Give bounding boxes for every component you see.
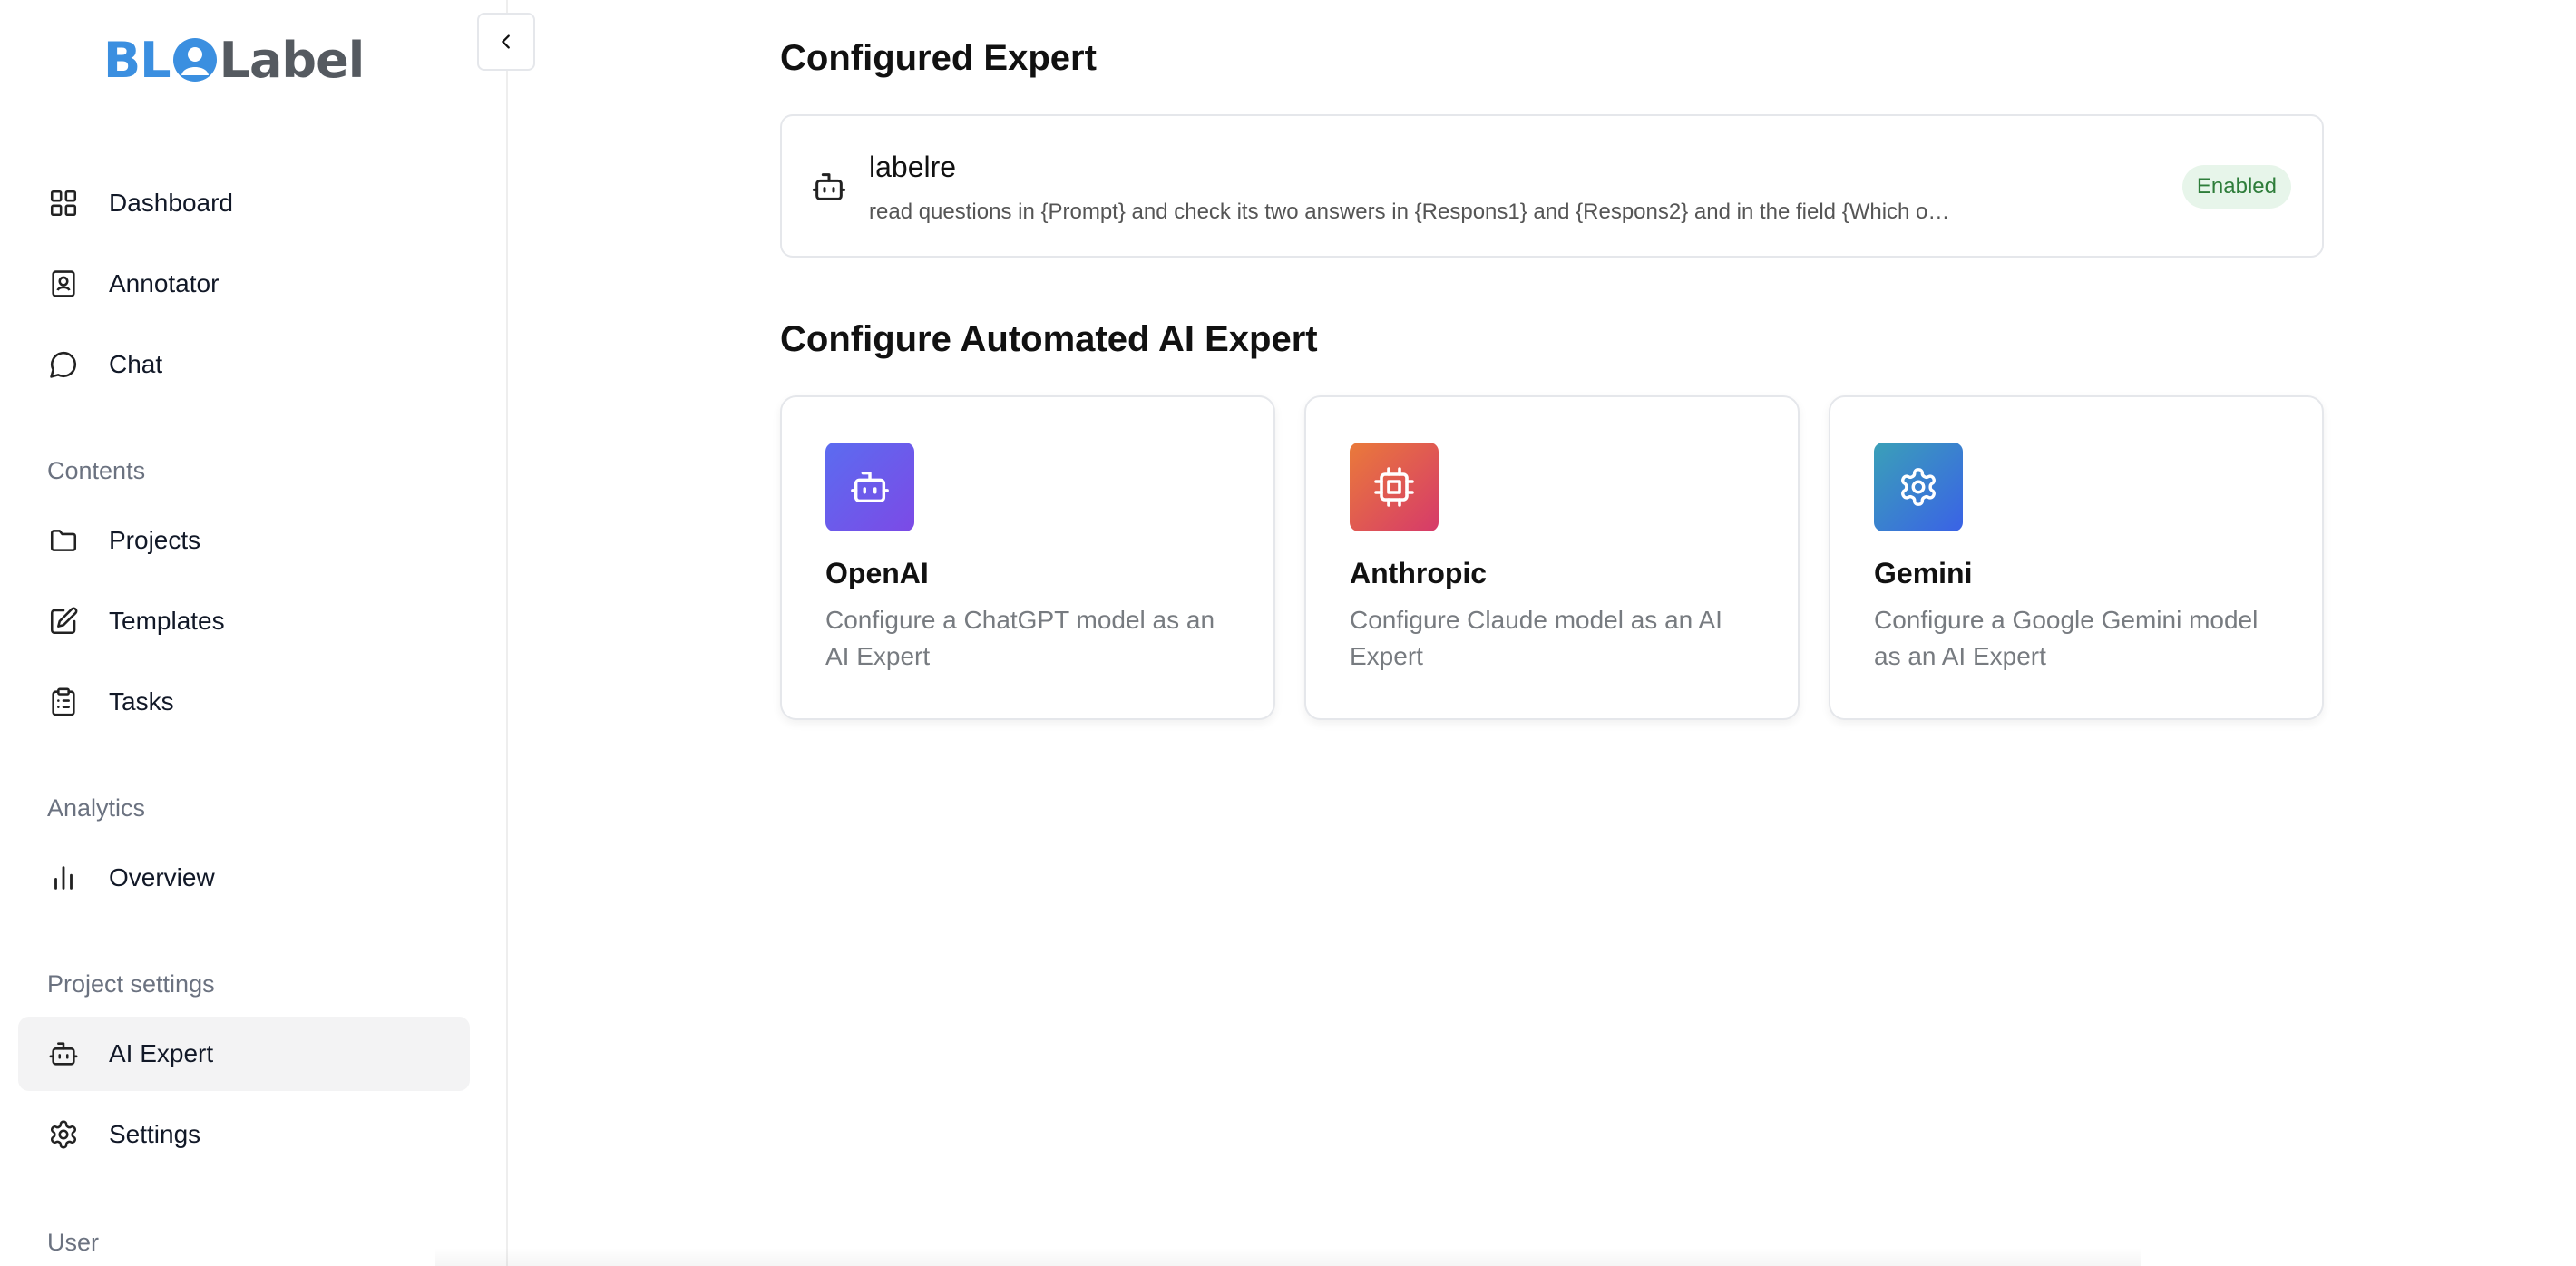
contact-book-icon bbox=[47, 268, 80, 300]
provider-card-openai[interactable]: OpenAI Configure a ChatGPT model as an A… bbox=[780, 395, 1275, 720]
provider-icon-gemini bbox=[1874, 443, 1963, 531]
bar-chart-icon bbox=[47, 862, 80, 894]
sidebar-item-label: Tasks bbox=[109, 687, 174, 716]
bottom-shadow bbox=[435, 1248, 2141, 1266]
provider-description: Configure a Google Gemini model as an AI… bbox=[1874, 606, 2259, 670]
logo-text-right: Label bbox=[219, 31, 366, 89]
provider-title: Gemini bbox=[1874, 557, 1973, 589]
folder-icon bbox=[47, 524, 80, 557]
provider-icon-openai bbox=[825, 443, 914, 531]
chat-bubble-icon bbox=[47, 348, 80, 381]
sidebar-item-templates[interactable]: Templates bbox=[18, 584, 470, 658]
gear-icon bbox=[47, 1118, 80, 1151]
edit-icon bbox=[47, 605, 80, 638]
chip-icon bbox=[1374, 467, 1414, 507]
sidebar-item-ai-expert[interactable]: AI Expert bbox=[18, 1017, 470, 1091]
bot-icon bbox=[812, 173, 846, 200]
sidebar-item-label: Projects bbox=[109, 526, 201, 554]
sidebar-item-label: Dashboard bbox=[109, 189, 233, 217]
provider-icon-anthropic bbox=[1350, 443, 1439, 531]
provider-card-anthropic[interactable]: Anthropic Configure Claude model as an A… bbox=[1304, 395, 1800, 720]
bot-icon bbox=[851, 471, 889, 503]
section-title-analytics: Analytics bbox=[47, 794, 146, 822]
sidebar-item-overview[interactable]: Overview bbox=[18, 841, 470, 915]
section-title-project-settings: Project settings bbox=[47, 970, 215, 998]
configured-expert-heading: Configured Expert bbox=[780, 38, 1097, 78]
grid-icon bbox=[47, 187, 80, 219]
provider-description: Configure a ChatGPT model as an AI Exper… bbox=[825, 606, 1215, 670]
expert-name: labelre bbox=[869, 151, 957, 183]
clipboard-icon bbox=[47, 686, 80, 718]
sidebar-item-label: AI Expert bbox=[109, 1039, 214, 1067]
sidebar-item-tasks[interactable]: Tasks bbox=[18, 665, 470, 739]
status-badge: Enabled bbox=[2181, 165, 2291, 209]
bot-icon bbox=[47, 1037, 80, 1070]
sidebar-item-label: Templates bbox=[109, 607, 225, 635]
section-title-contents: Contents bbox=[47, 457, 146, 484]
expert-description: read questions in {Prompt} and check its… bbox=[869, 200, 1950, 224]
sidebar-item-projects[interactable]: Projects bbox=[18, 503, 470, 578]
app-root: BL Label Dashboard Annotator Chat Conten… bbox=[0, 0, 2576, 1266]
collapse-sidebar-button[interactable] bbox=[477, 13, 535, 71]
provider-description: Configure Claude model as an AI Expert bbox=[1350, 606, 1722, 670]
provider-title: Anthropic bbox=[1350, 557, 1488, 589]
configure-ai-expert-heading: Configure Automated AI Expert bbox=[780, 319, 1318, 359]
sidebar-item-annotator[interactable]: Annotator bbox=[18, 247, 470, 321]
sidebar-item-label: Settings bbox=[109, 1120, 201, 1148]
provider-card-gemini[interactable]: Gemini Configure a Google Gemini model a… bbox=[1829, 395, 2324, 720]
logo-person-icon bbox=[172, 38, 217, 82]
provider-title: OpenAI bbox=[825, 557, 929, 589]
section-title-user: User bbox=[47, 1229, 100, 1256]
sidebar: BL Label Dashboard Annotator Chat Conten… bbox=[0, 0, 535, 1266]
sidebar-item-label: Annotator bbox=[109, 269, 220, 297]
gear-icon bbox=[1901, 468, 1936, 506]
sidebar-item-chat[interactable]: Chat bbox=[18, 327, 470, 402]
chevron-left-icon bbox=[502, 34, 510, 49]
sidebar-item-settings[interactable]: Settings bbox=[18, 1097, 470, 1172]
configured-expert-card[interactable]: labelre read questions in {Prompt} and c… bbox=[780, 114, 2324, 258]
sidebar-item-label: Chat bbox=[109, 350, 163, 378]
sidebar-item-dashboard[interactable]: Dashboard bbox=[18, 166, 470, 240]
sidebar-item-label: Overview bbox=[109, 863, 215, 891]
blolabel-logo[interactable]: BL Label bbox=[103, 31, 366, 89]
logo-text-left: BL bbox=[103, 31, 171, 89]
